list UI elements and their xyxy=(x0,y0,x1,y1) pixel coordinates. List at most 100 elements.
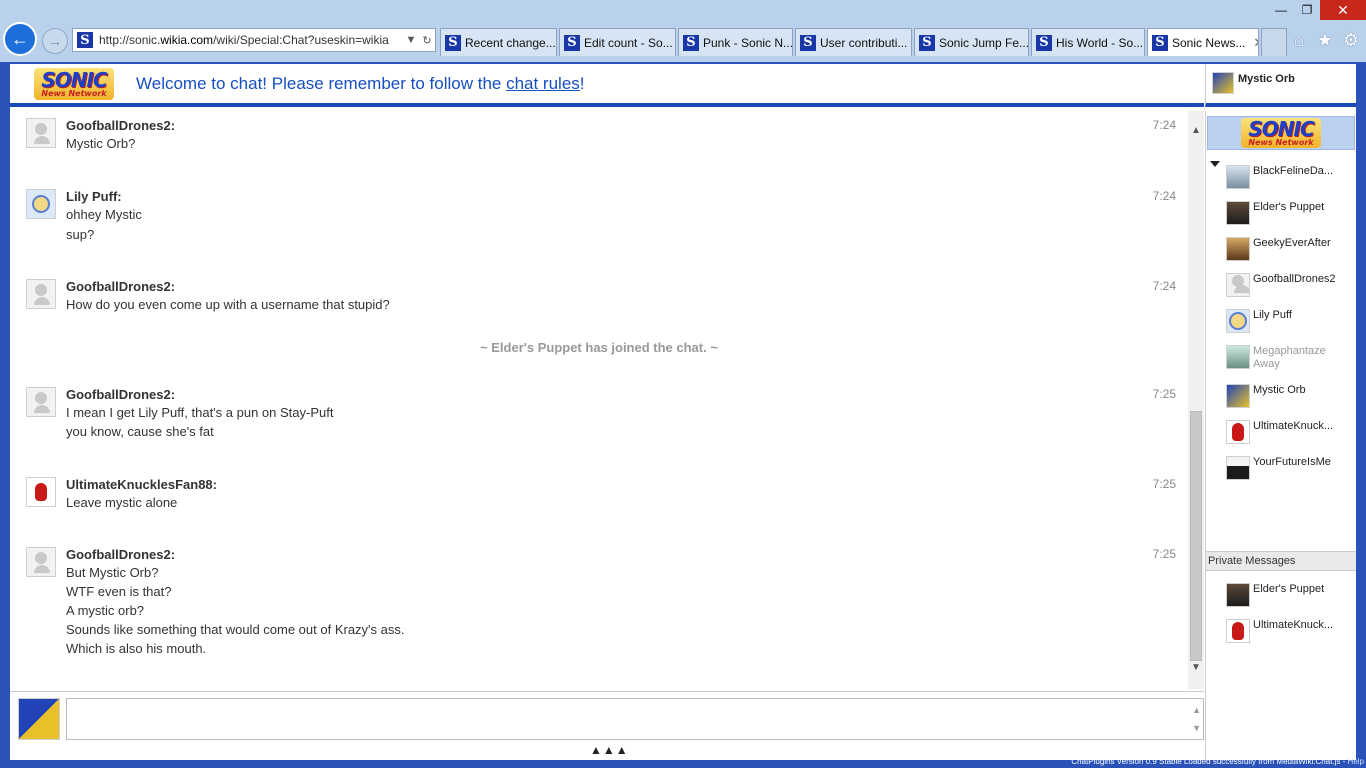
wiki-logo[interactable]: SONIC News Network xyxy=(34,67,114,100)
tab-label: Sonic News... xyxy=(1172,35,1246,50)
avatar xyxy=(1212,72,1234,94)
site-favicon-icon: S xyxy=(800,34,816,51)
message-timestamp: 7:24 xyxy=(1152,118,1176,132)
message-username[interactable]: GoofballDrones2: xyxy=(66,547,175,562)
back-button[interactable]: ← xyxy=(3,22,37,56)
browser-tab[interactable]: S Edit count - So... xyxy=(559,28,676,56)
tab-label: Recent change... xyxy=(465,35,556,50)
minimize-icon[interactable]: — xyxy=(1268,0,1294,20)
forward-button[interactable]: → xyxy=(42,28,68,54)
message-username[interactable]: UltimateKnucklesFan88: xyxy=(66,477,217,492)
close-tab-icon[interactable]: ✕ xyxy=(1253,35,1258,51)
rail-wiki-logo[interactable]: SONIC News Network xyxy=(1207,116,1355,150)
url-text[interactable]: http://sonic.wikia.com/wiki/Special:Chat… xyxy=(99,33,403,47)
message-username[interactable]: GoofballDrones2: xyxy=(66,279,175,294)
tab-strip: S Recent change... S Edit count - So... SP… xyxy=(440,28,1287,56)
logo-text: SONIC xyxy=(41,67,107,92)
avatar[interactable] xyxy=(26,189,56,219)
avatar xyxy=(1226,237,1250,261)
site-favicon-icon: S xyxy=(564,34,580,51)
browser-chrome: — ❐ ✕ ← → S http://sonic.wikia.com/wiki/… xyxy=(0,0,1366,62)
user-name: UltimateKnuck... xyxy=(1253,420,1334,432)
browser-tab[interactable]: S User contributi... xyxy=(795,28,912,56)
site-favicon-icon: S xyxy=(1036,34,1052,51)
status-text: ChatPlugins Version 0.9 Stable Loaded su… xyxy=(1071,757,1364,766)
message-input[interactable]: ▲ ▼ xyxy=(66,698,1204,740)
message-text: How do you even come up with a username … xyxy=(66,297,390,312)
chat-page: SONIC News Network Welcome to chat! Plea… xyxy=(10,64,1356,760)
site-favicon-icon: S xyxy=(1152,34,1168,51)
scroll-thumb[interactable] xyxy=(1190,411,1202,661)
scroll-down-icon[interactable]: ▼ xyxy=(1188,660,1204,676)
input-scroll-icon[interactable]: ▲ ▼ xyxy=(1192,701,1201,737)
messages-scrollbar[interactable]: ▲ ▼ xyxy=(1188,111,1204,689)
avatar xyxy=(1226,201,1250,225)
url-suffix: /wiki/Special:Chat?useskin=wikia xyxy=(213,33,389,47)
message-username[interactable]: GoofballDrones2: xyxy=(66,118,175,133)
self-avatar xyxy=(18,698,60,740)
avatar[interactable] xyxy=(26,118,56,148)
new-tab-button[interactable] xyxy=(1261,28,1287,56)
message-timestamp: 7:25 xyxy=(1152,387,1176,401)
user-list-rail: SONIC News Network BlackFelineDa... Elde… xyxy=(1205,111,1356,760)
browser-tab[interactable]: S Sonic Jump Fe... xyxy=(914,28,1029,56)
user-name: Mystic Orb xyxy=(1253,384,1306,396)
message-username[interactable]: Lily Puff: xyxy=(66,189,122,204)
current-user-name: Mystic Orb xyxy=(1238,73,1295,85)
message-timestamp: 7:25 xyxy=(1152,547,1176,561)
user-name: BlackFelineDa... xyxy=(1253,165,1334,177)
user-name: YourFutureIsMe xyxy=(1253,456,1331,468)
status-message: ChatPlugins Version 0.9 Stable Loaded su… xyxy=(1071,757,1348,766)
message-timestamp: 7:24 xyxy=(1152,279,1176,293)
user-name: Megaphantaze xyxy=(1253,345,1326,357)
browser-tab[interactable]: S His World - So... xyxy=(1031,28,1145,56)
avatar xyxy=(1226,583,1250,607)
url-prefix: http://sonic. xyxy=(99,33,161,47)
browser-tab-active[interactable]: S Sonic News... ✕ xyxy=(1147,28,1259,56)
favorites-star-icon[interactable]: ★ xyxy=(1316,30,1334,51)
private-messages-header: Private Messages xyxy=(1206,551,1356,571)
help-link[interactable]: Help xyxy=(1348,757,1364,766)
browser-tab[interactable]: S Recent change... xyxy=(440,28,557,56)
welcome-message: Welcome to chat! Please remember to foll… xyxy=(136,74,585,94)
collapse-toggle-icon[interactable] xyxy=(1210,161,1220,167)
refresh-icon[interactable]: ↻ xyxy=(419,34,435,47)
join-alert: ~ Elder's Puppet has joined the chat. ~ xyxy=(480,340,718,355)
browser-toolbar-icons: ⌂ ★ ⚙ xyxy=(1290,30,1360,51)
message-text: I mean I get Lily Puff, that's a pun on … xyxy=(66,405,334,420)
scroll-up-icon[interactable]: ▲ xyxy=(1188,123,1204,139)
avatar[interactable] xyxy=(26,387,56,417)
avatar xyxy=(1226,384,1250,408)
tab-label: Punk - Sonic N... xyxy=(703,35,793,50)
avatar[interactable] xyxy=(26,279,56,309)
settings-gear-icon[interactable]: ⚙ xyxy=(1342,30,1360,51)
user-status: Away xyxy=(1253,358,1280,370)
avatar xyxy=(1226,420,1250,444)
tab-label: User contributi... xyxy=(820,35,908,50)
message-timestamp: 7:24 xyxy=(1152,189,1176,203)
tab-label: His World - So... xyxy=(1056,35,1144,50)
chat-rules-link[interactable]: chat rules xyxy=(506,74,580,93)
user-name: Elder's Puppet xyxy=(1253,201,1325,213)
avatar[interactable] xyxy=(26,477,56,507)
avatar xyxy=(1226,165,1250,189)
wiki-logo: SONIC News Network xyxy=(1241,118,1321,148)
address-bar[interactable]: S http://sonic.wikia.com/wiki/Special:Ch… xyxy=(72,28,436,52)
window-controls: — ❐ ✕ xyxy=(1268,0,1366,20)
home-icon[interactable]: ⌂ xyxy=(1290,30,1308,51)
message-text: you know, cause she's fat xyxy=(66,424,214,439)
dropdown-icon[interactable]: ▼ xyxy=(403,34,419,46)
browser-tab[interactable]: S Punk - Sonic N... xyxy=(678,28,793,56)
close-window-icon[interactable]: ✕ xyxy=(1320,0,1366,20)
avatar[interactable] xyxy=(26,547,56,577)
arrow-left-icon: ← xyxy=(11,28,29,49)
message-username[interactable]: GoofballDrones2: xyxy=(66,387,175,402)
message-text: A mystic orb? xyxy=(66,603,145,618)
expand-toggle[interactable]: ▲▲▲ xyxy=(590,743,629,757)
message-text: But Mystic Orb? xyxy=(66,565,159,580)
avatar xyxy=(1226,273,1250,297)
welcome-text-end: ! xyxy=(579,73,585,93)
maximize-icon[interactable]: ❐ xyxy=(1294,0,1320,20)
site-favicon-icon: S xyxy=(683,34,699,51)
current-user-box: Mystic Orb xyxy=(1205,64,1356,107)
